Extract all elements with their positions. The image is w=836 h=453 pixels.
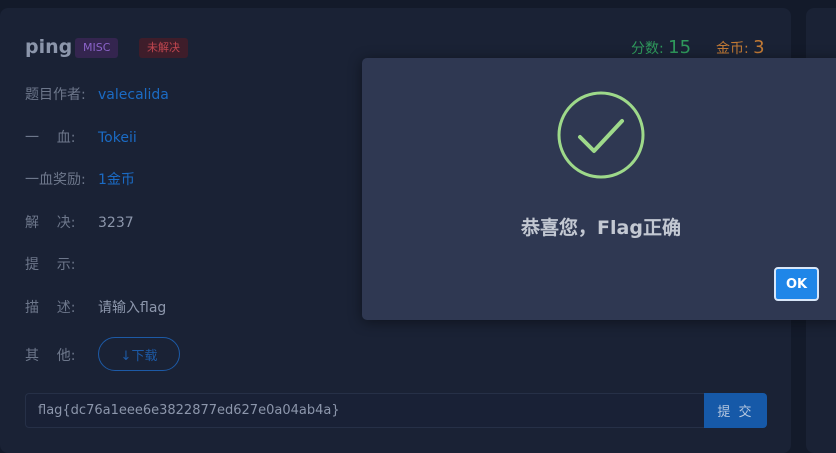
reward-value: 1金币: [98, 172, 135, 188]
hint-row: 提 示:: [25, 254, 98, 274]
challenge-title: ping: [25, 36, 73, 58]
gold-label: 金币:: [716, 41, 754, 57]
first-blood-link[interactable]: Tokeii: [98, 130, 137, 146]
modal-message: 恭喜您，Flag正确: [521, 217, 681, 239]
reward-row: 一血奖励: 1金币: [25, 169, 135, 189]
reward-label: 一血奖励:: [25, 172, 86, 188]
description-label: 描 述:: [25, 300, 76, 316]
first-blood-label: 一 血:: [25, 130, 76, 146]
author-link[interactable]: valecalida: [98, 87, 169, 103]
status-badge: 未解决: [139, 38, 188, 58]
gold-value: 3: [753, 37, 765, 58]
ok-button[interactable]: OK: [774, 267, 819, 301]
hint-label: 提 示:: [25, 257, 76, 273]
score-value: 15: [668, 37, 692, 58]
solves-value: 3237: [98, 215, 134, 231]
category-badge: MISC: [75, 38, 119, 58]
check-circle-icon: [557, 91, 645, 179]
gold-display: 金币: 3: [716, 37, 765, 58]
solves-label: 解 决:: [25, 215, 76, 231]
author-row: 题目作者: valecalida: [25, 84, 169, 104]
download-button[interactable]: ↓下载: [98, 337, 180, 371]
score-label: 分数:: [631, 41, 669, 57]
description-row: 描 述: 请输入flag: [25, 297, 166, 317]
flag-input[interactable]: [25, 393, 705, 428]
other-label: 其 他:: [25, 348, 76, 364]
submit-button[interactable]: 提 交: [704, 393, 767, 428]
success-modal: 恭喜您，Flag正确 OK: [362, 58, 836, 320]
solves-row: 解 决: 3237: [25, 212, 134, 232]
first-blood-row: 一 血: Tokeii: [25, 127, 137, 147]
other-row: 其 他:: [25, 345, 98, 365]
score-display: 分数: 15: [631, 37, 691, 58]
description-value: 请输入flag: [98, 300, 167, 316]
author-label: 题目作者:: [25, 87, 86, 103]
